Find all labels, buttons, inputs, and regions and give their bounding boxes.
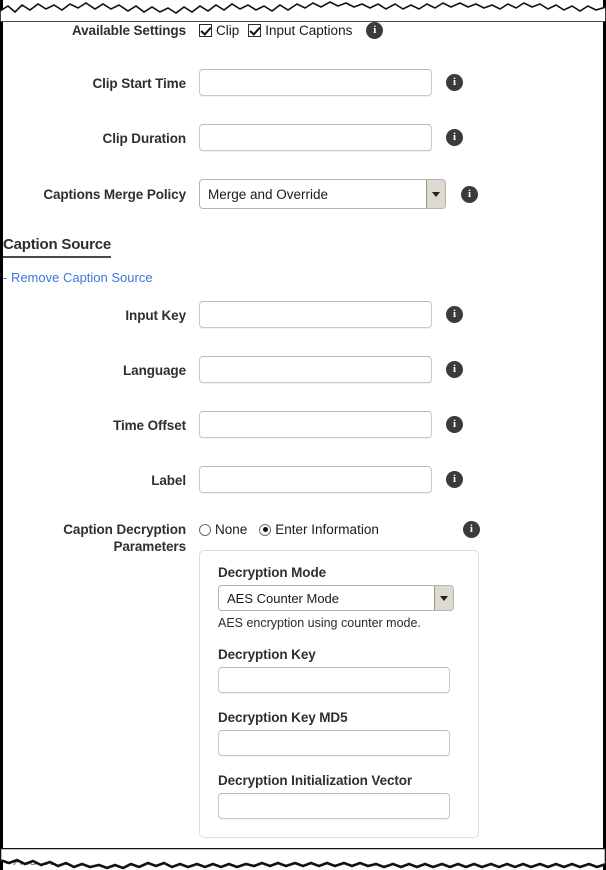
input-language[interactable] xyxy=(199,356,432,383)
row-time-offset: Time Offset i xyxy=(3,411,603,438)
info-icon-caption-decryption[interactable]: i xyxy=(462,521,480,538)
input-clip-duration[interactable] xyxy=(199,124,432,151)
label-clip-start-time: Clip Start Time xyxy=(92,76,186,91)
checkbox-label-clip: Clip xyxy=(216,23,240,38)
select-value-decryption-mode: AES Counter Mode xyxy=(227,590,340,606)
radio-none[interactable] xyxy=(199,523,211,536)
input-decryption-key-md5[interactable] xyxy=(218,730,450,756)
info-icon-time-offset[interactable]: i xyxy=(446,416,463,433)
radio-label-none: None xyxy=(215,522,248,537)
label-clip-duration: Clip Duration xyxy=(102,131,187,146)
radio-group-decryption: None Enter Information i xyxy=(199,521,480,538)
form-content: Available Settings Clip Input Captions i… xyxy=(3,14,603,868)
input-decryption-key[interactable] xyxy=(218,667,450,693)
label-caption-decryption-parameters: Caption Decryption Parameters xyxy=(3,521,199,555)
label-time-offset: Time Offset xyxy=(113,418,186,433)
row-label: Label i xyxy=(3,466,603,493)
input-clip-start-time[interactable] xyxy=(199,69,432,96)
info-icon-clip-duration[interactable]: i xyxy=(446,129,463,146)
torn-edge-bottom xyxy=(0,848,606,870)
row-language: Language i xyxy=(3,356,603,383)
label-decryption-key: Decryption Key xyxy=(218,647,316,662)
row-available-settings: Available Settings Clip Input Captions i xyxy=(3,22,603,39)
screenshot-frame: Available Settings Clip Input Captions i… xyxy=(0,0,606,870)
info-icon-label[interactable]: i xyxy=(446,471,463,488)
info-icon-clip-start-time[interactable]: i xyxy=(446,74,463,91)
group-decryption-iv: Decryption Initialization Vector xyxy=(218,773,460,819)
heading-caption-source: Caption Source xyxy=(3,236,111,258)
select-value-captions-merge-policy: Merge and Override xyxy=(208,186,329,202)
select-captions-merge-policy[interactable]: Merge and Override xyxy=(199,179,446,209)
info-icon-captions-merge-policy[interactable]: i xyxy=(461,185,478,203)
label-available-settings: Available Settings xyxy=(72,23,186,38)
row-captions-merge-policy: Captions Merge Policy Merge and Override… xyxy=(3,179,603,209)
info-icon-available-settings[interactable]: i xyxy=(366,22,384,39)
label-decryption-mode: Decryption Mode xyxy=(218,565,327,580)
checkbox-clip[interactable] xyxy=(199,24,212,37)
checkbox-label-input-captions: Input Captions xyxy=(265,23,353,38)
label-captions-merge-policy: Captions Merge Policy xyxy=(43,187,186,202)
row-clip-start-time: Clip Start Time i xyxy=(3,69,603,96)
checkbox-input-captions[interactable] xyxy=(248,24,262,37)
label-caption-decryption-line1: Caption Decryption xyxy=(63,522,186,537)
caption-source-section-header: Caption Source xyxy=(3,236,603,258)
row-input-key: Input Key i xyxy=(3,301,603,328)
label-input-key: Input Key xyxy=(125,308,186,323)
input-time-offset[interactable] xyxy=(199,411,432,438)
info-icon-input-key[interactable]: i xyxy=(446,306,463,323)
label-decryption-key-md5: Decryption Key MD5 xyxy=(218,710,348,725)
group-decryption-key-md5: Decryption Key MD5 xyxy=(218,710,460,756)
select-decryption-mode[interactable]: AES Counter Mode xyxy=(218,585,454,611)
torn-edge-top xyxy=(0,1,606,22)
input-decryption-initialization-vector[interactable] xyxy=(218,793,450,819)
frame-left-edge xyxy=(0,0,3,870)
row-caption-decryption-parameters: Caption Decryption Parameters None Enter… xyxy=(3,521,603,838)
decryption-parameters-panel: Decryption Mode AES Counter Mode AES enc… xyxy=(199,550,479,838)
chevron-down-icon[interactable] xyxy=(426,180,445,208)
label-label: Label xyxy=(151,473,186,488)
remove-caption-source-row: - Remove Caption Source xyxy=(3,269,603,287)
chevron-down-icon-decryption-mode[interactable] xyxy=(434,586,453,610)
group-decryption-key: Decryption Key xyxy=(218,647,460,693)
input-input-key[interactable] xyxy=(199,301,432,328)
label-caption-decryption-line2: Parameters xyxy=(113,539,186,554)
input-label[interactable] xyxy=(199,466,432,493)
radio-enter-information[interactable] xyxy=(259,523,272,536)
remove-caption-source-link[interactable]: - Remove Caption Source xyxy=(3,270,153,285)
row-clip-duration: Clip Duration i xyxy=(3,124,603,151)
label-decryption-initialization-vector: Decryption Initialization Vector xyxy=(218,773,413,788)
info-icon-language[interactable]: i xyxy=(446,361,463,378)
radio-label-enter-information: Enter Information xyxy=(275,522,379,537)
label-language: Language xyxy=(123,363,186,378)
hint-decryption-mode: AES encryption using counter mode. xyxy=(218,616,421,630)
